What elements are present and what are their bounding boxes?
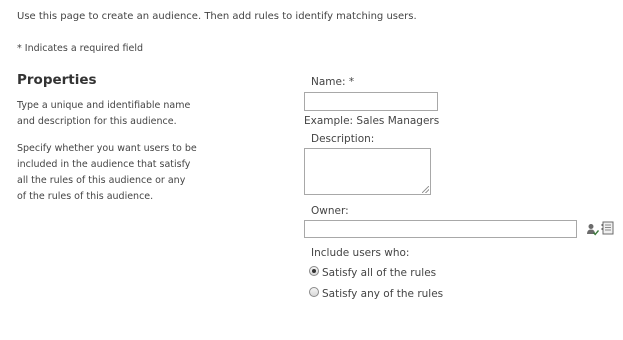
option-satisfy-any[interactable]: Satisfy any of the rules (309, 287, 444, 300)
owner-input[interactable] (304, 220, 577, 238)
address-book-icon[interactable] (601, 220, 615, 239)
option-satisfy-all-label: Satisfy all of the rules (322, 267, 437, 279)
option-satisfy-any-label: Satisfy any of the rules (322, 288, 444, 300)
check-names-icon[interactable] (586, 221, 600, 240)
description-textarea[interactable] (304, 148, 431, 195)
name-example: Example: Sales Managers (304, 115, 440, 127)
properties-heading: Properties (17, 72, 97, 88)
include-users-label: Include users who: (311, 247, 410, 259)
name-input[interactable] (304, 92, 438, 111)
radio-satisfy-any[interactable] (309, 287, 319, 297)
required-field-note: * Indicates a required field (17, 43, 144, 54)
resize-grip-icon[interactable] (422, 186, 429, 193)
option-satisfy-all[interactable]: Satisfy all of the rules (309, 266, 437, 279)
intro-text: Use this page to create an audience. The… (17, 11, 417, 22)
radio-satisfy-all[interactable] (309, 266, 319, 276)
description-label: Description: (311, 133, 375, 145)
name-label: Name: * (311, 76, 355, 88)
properties-description-rules: Specify whether you want users to be inc… (17, 143, 197, 202)
properties-description-name: Type a unique and identifiable name and … (17, 100, 191, 127)
owner-label: Owner: (311, 205, 349, 217)
